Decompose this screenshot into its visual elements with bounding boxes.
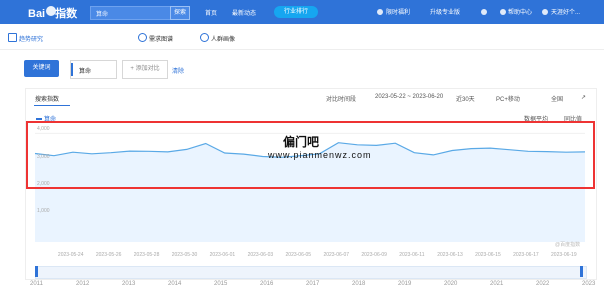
slider-handle-left[interactable] (35, 266, 38, 277)
year-label: 2011 (30, 281, 43, 287)
x-tick-label: 2023-06-05 (285, 252, 312, 258)
year-label: 2016 (260, 281, 274, 287)
year-label: 2013 (122, 281, 136, 287)
year-label: 2012 (76, 281, 90, 287)
x-tick-label: 2023-06-01 (209, 252, 236, 258)
year-label: 2023 (582, 281, 596, 287)
x-tick-label: 2023-06-17 (513, 252, 539, 258)
x-tick-label: 2023-06-09 (361, 252, 387, 258)
x-tick-label: 2023-06-07 (323, 252, 350, 258)
year-label: 2014 (168, 281, 182, 287)
time-slider[interactable] (35, 266, 587, 279)
x-tick-label: 2023-05-26 (95, 252, 122, 258)
source-label: @百度指数 (555, 242, 581, 248)
watermark-title: 偏门吧 (283, 135, 320, 149)
x-tick-label: 2023-05-30 (171, 252, 198, 258)
year-label: 2022 (536, 281, 550, 287)
year-label: 2015 (214, 281, 228, 287)
x-tick-label: 2023-06-11 (399, 252, 425, 258)
x-tick-label: 2023-06-19 (551, 252, 577, 258)
x-tick-label: 2023-05-24 (57, 252, 84, 258)
x-tick-label: 2023-06-03 (247, 252, 274, 258)
year-label: 2017 (306, 281, 320, 287)
year-label: 2021 (490, 281, 504, 287)
y-tick-label: 1,000 (37, 207, 50, 214)
year-label: 2019 (398, 281, 412, 287)
slider-handle-right[interactable] (580, 266, 583, 277)
watermark-url: www.pianmenwz.com (268, 150, 372, 160)
year-label: 2018 (352, 281, 366, 287)
year-label: 2020 (444, 281, 458, 287)
x-tick-label: 2023-05-28 (133, 252, 160, 258)
x-tick-label: 2023-06-15 (475, 252, 501, 258)
x-tick-label: 2023-06-13 (437, 252, 463, 258)
